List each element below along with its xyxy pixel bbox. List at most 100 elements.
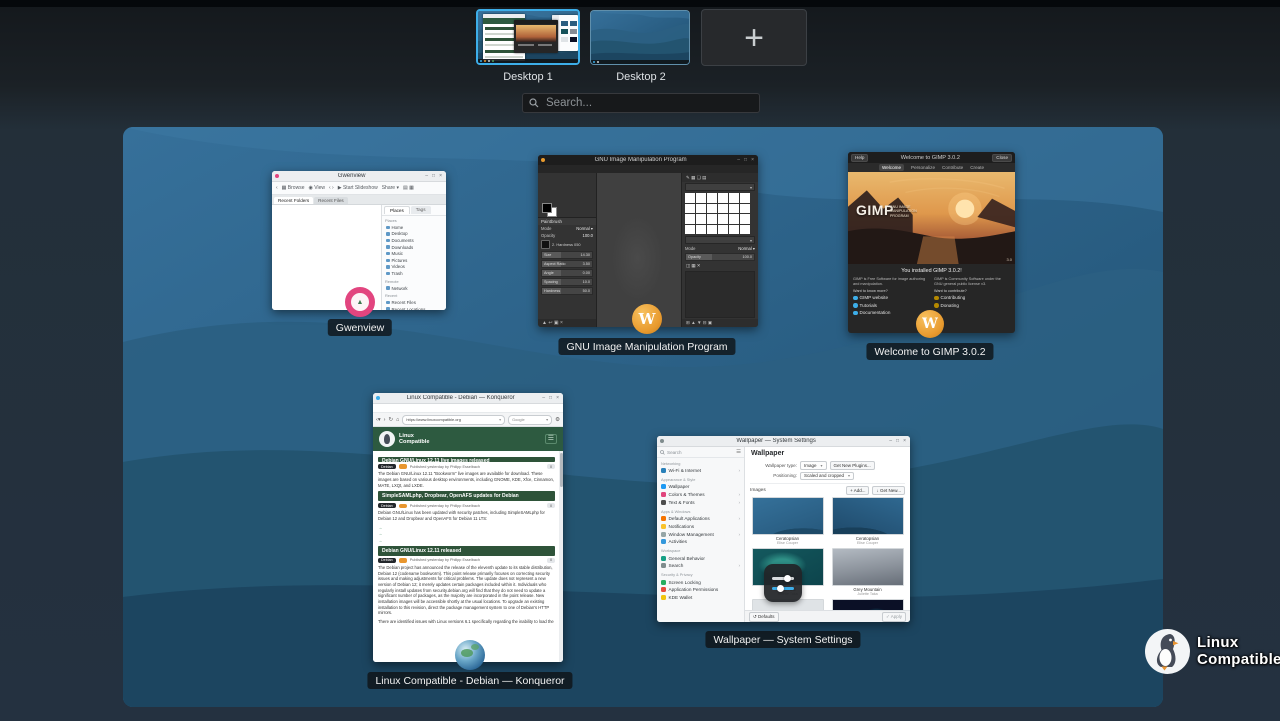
- tab-places[interactable]: Places: [384, 206, 410, 214]
- close-button[interactable]: ×: [750, 158, 755, 163]
- minimize-button[interactable]: –: [736, 158, 741, 163]
- tab-tags[interactable]: Tags: [411, 206, 431, 214]
- brush-cell[interactable]: [685, 214, 695, 224]
- layer-opacity-slider[interactable]: Opacity100.0: [685, 253, 755, 261]
- article-headline[interactable]: SimpleSAMLphp, Dropbear, OpenAFS updates…: [378, 491, 555, 501]
- brushes-grid[interactable]: [682, 192, 758, 235]
- welcome-link[interactable]: Donating: [934, 303, 1010, 308]
- dock-tab-icons[interactable]: ✎ ▦ ❏ ▤: [682, 173, 758, 182]
- sidebar-item[interactable]: Application Permissions: [657, 586, 744, 594]
- desktop-thumbnail-1[interactable]: [476, 9, 580, 65]
- maximize-button[interactable]: □: [743, 158, 748, 163]
- brushes-size-dropdown[interactable]: ▾: [685, 236, 755, 244]
- brush-cell[interactable]: [696, 193, 706, 203]
- brush-cell[interactable]: [740, 225, 750, 235]
- color-swatches[interactable]: [542, 203, 596, 216]
- minimize-button[interactable]: –: [888, 439, 893, 444]
- sidebar-item[interactable]: Activities: [657, 538, 744, 546]
- sidebar-item[interactable]: Colors & Themes: [657, 491, 744, 499]
- hamburger-icon[interactable]: ☰: [736, 449, 741, 455]
- brush-cell[interactable]: [707, 204, 717, 214]
- scrollbar[interactable]: [559, 451, 563, 662]
- brush-cell[interactable]: [740, 193, 750, 203]
- tool-icon[interactable]: [580, 174, 590, 183]
- places-item[interactable]: Recent Files: [382, 299, 446, 306]
- web-search-field[interactable]: Google▾: [508, 415, 552, 425]
- debian-badge[interactable]: Debian: [378, 464, 396, 469]
- layer-mode-dropdown[interactable]: Normal ▾: [738, 246, 755, 251]
- gimp-welcome-window[interactable]: Help Welcome to GIMP 3.0.2 Close Welcome…: [848, 152, 1015, 333]
- prev-next-icons[interactable]: ‹ ›: [329, 185, 334, 191]
- home-icon[interactable]: ⌂: [396, 417, 399, 423]
- sidebar-item[interactable]: Search: [657, 562, 744, 570]
- gimp-window[interactable]: GNU Image Manipulation Program – □ × Pai…: [538, 155, 758, 327]
- brush-cell[interactable]: [740, 204, 750, 214]
- close-button[interactable]: ×: [902, 439, 907, 444]
- sidebar-item[interactable]: KDE Wallet: [657, 594, 744, 602]
- brush-cell[interactable]: [729, 225, 739, 235]
- settings-gear-icon[interactable]: ⚙: [555, 417, 560, 423]
- konqueror-window[interactable]: Linux Compatible - Debian — Konqueror – …: [373, 393, 563, 662]
- tool-icon[interactable]: [560, 192, 570, 201]
- tool-icon[interactable]: [560, 183, 570, 192]
- tool-option-slider[interactable]: Angle0.00: [541, 269, 593, 277]
- tab-contribute[interactable]: Contribute: [942, 165, 963, 170]
- tool-icon[interactable]: [540, 174, 550, 183]
- brush-cell[interactable]: [685, 204, 695, 214]
- places-item[interactable]: Home: [382, 224, 446, 231]
- back-icon[interactable]: ‹▾: [376, 417, 381, 423]
- places-item[interactable]: Documents: [382, 237, 446, 244]
- gwenview-icon[interactable]: ▲: [345, 287, 375, 317]
- sidebar-item[interactable]: General Behavior: [657, 554, 744, 562]
- layers-list[interactable]: [685, 271, 755, 318]
- brush-cell[interactable]: [718, 225, 728, 235]
- tool-icon[interactable]: [560, 174, 570, 183]
- brush-chip[interactable]: 2. Hardness 050: [538, 239, 596, 250]
- desktop-thumbnail-2[interactable]: [590, 10, 690, 65]
- brush-cell[interactable]: [707, 225, 717, 235]
- sidebar-item[interactable]: Window Management: [657, 530, 744, 538]
- welcome-link[interactable]: Contributing: [934, 295, 1010, 300]
- layer-lock-icons[interactable]: ◫ ▦ ✕: [682, 262, 758, 270]
- reload-icon[interactable]: ↻: [388, 417, 393, 423]
- sidebar-item[interactable]: Wallpaper: [657, 483, 744, 491]
- wallpaper-thumbnail[interactable]: [752, 497, 824, 535]
- wallpaper-type-dropdown[interactable]: Image▾: [800, 461, 827, 470]
- opacity-value[interactable]: 100.0: [583, 233, 593, 238]
- tool-icon[interactable]: [550, 192, 560, 201]
- brush-cell[interactable]: [707, 193, 717, 203]
- gimp-window-icon[interactable]: W: [632, 304, 662, 334]
- browse-button[interactable]: ▦ Browse: [282, 185, 305, 191]
- places-item[interactable]: Recent Locations: [382, 306, 446, 310]
- tab-recent-files[interactable]: Recent Files: [314, 197, 348, 204]
- minimize-button[interactable]: –: [424, 174, 429, 179]
- brush-cell[interactable]: [740, 214, 750, 224]
- places-item[interactable]: Desktop: [382, 231, 446, 238]
- search-bar[interactable]: [522, 93, 760, 113]
- wallpaper-thumbnail[interactable]: [832, 497, 904, 535]
- welcome-link[interactable]: Tutorials: [853, 303, 929, 308]
- places-item[interactable]: Music: [382, 250, 446, 257]
- tool-option-slider[interactable]: Spacing10.0: [541, 278, 593, 286]
- sidebar-item[interactable]: Notifications: [657, 522, 744, 530]
- tool-icon[interactable]: [580, 183, 590, 192]
- gimp-canvas[interactable]: [597, 173, 681, 327]
- wallpaper-option[interactable]: Ceratopsian Elise Couper: [752, 497, 824, 545]
- advisory-link[interactable]: [378, 531, 555, 536]
- tool-icon[interactable]: [570, 174, 580, 183]
- places-item[interactable]: Pictures: [382, 257, 446, 264]
- article-headline[interactable]: Debian GNU/Linux 12.11 released: [378, 546, 555, 556]
- tool-icon[interactable]: [540, 183, 550, 192]
- debian-badge[interactable]: Debian: [378, 503, 396, 508]
- add-image-button[interactable]: + Add...: [846, 486, 869, 495]
- brush-cell[interactable]: [707, 214, 717, 224]
- welcome-link[interactable]: GIMP website: [853, 295, 929, 300]
- apply-button[interactable]: ✓ Apply: [882, 612, 906, 622]
- brush-cell[interactable]: [729, 214, 739, 224]
- brush-cell[interactable]: [729, 204, 739, 214]
- article-headline-clipped[interactable]: Debian GNU/Linux 12.11 live images relea…: [378, 457, 555, 462]
- positioning-dropdown[interactable]: Scaled and cropped▾: [800, 472, 854, 481]
- forward-icon[interactable]: ›: [384, 417, 386, 423]
- tool-icon[interactable]: [550, 174, 560, 183]
- add-desktop-button[interactable]: +: [701, 9, 807, 66]
